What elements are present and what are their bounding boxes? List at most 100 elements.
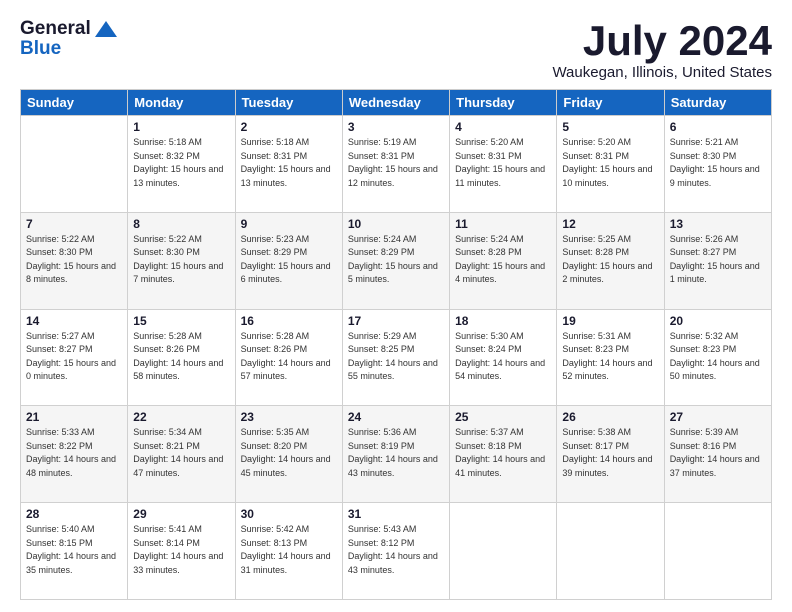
day-number: 24 xyxy=(348,410,444,424)
cell-0-6: 6 Sunrise: 5:21 AMSunset: 8:30 PMDayligh… xyxy=(664,116,771,213)
day-number: 17 xyxy=(348,314,444,328)
cell-1-3: 10 Sunrise: 5:24 AMSunset: 8:29 PMDaylig… xyxy=(342,212,449,309)
day-info: Sunrise: 5:22 AMSunset: 8:30 PMDaylight:… xyxy=(26,234,116,285)
page: General Blue July 2024 Waukegan, Illinoi… xyxy=(0,0,792,612)
cell-1-1: 8 Sunrise: 5:22 AMSunset: 8:30 PMDayligh… xyxy=(128,212,235,309)
cell-1-4: 11 Sunrise: 5:24 AMSunset: 8:28 PMDaylig… xyxy=(450,212,557,309)
day-number: 5 xyxy=(562,120,658,134)
day-info: Sunrise: 5:24 AMSunset: 8:28 PMDaylight:… xyxy=(455,234,545,285)
day-number: 3 xyxy=(348,120,444,134)
day-number: 4 xyxy=(455,120,551,134)
cell-0-4: 4 Sunrise: 5:20 AMSunset: 8:31 PMDayligh… xyxy=(450,116,557,213)
cell-2-2: 16 Sunrise: 5:28 AMSunset: 8:26 PMDaylig… xyxy=(235,309,342,406)
header-thursday: Thursday xyxy=(450,90,557,116)
day-number: 26 xyxy=(562,410,658,424)
cell-3-2: 23 Sunrise: 5:35 AMSunset: 8:20 PMDaylig… xyxy=(235,406,342,503)
day-number: 1 xyxy=(133,120,229,134)
cell-4-0: 28 Sunrise: 5:40 AMSunset: 8:15 PMDaylig… xyxy=(21,503,128,600)
cell-3-0: 21 Sunrise: 5:33 AMSunset: 8:22 PMDaylig… xyxy=(21,406,128,503)
cell-1-0: 7 Sunrise: 5:22 AMSunset: 8:30 PMDayligh… xyxy=(21,212,128,309)
day-info: Sunrise: 5:25 AMSunset: 8:28 PMDaylight:… xyxy=(562,234,652,285)
header-tuesday: Tuesday xyxy=(235,90,342,116)
day-number: 30 xyxy=(241,507,337,521)
day-info: Sunrise: 5:39 AMSunset: 8:16 PMDaylight:… xyxy=(670,427,760,478)
week-row-3: 21 Sunrise: 5:33 AMSunset: 8:22 PMDaylig… xyxy=(21,406,772,503)
day-info: Sunrise: 5:28 AMSunset: 8:26 PMDaylight:… xyxy=(241,331,331,382)
day-info: Sunrise: 5:27 AMSunset: 8:27 PMDaylight:… xyxy=(26,331,116,382)
day-info: Sunrise: 5:41 AMSunset: 8:14 PMDaylight:… xyxy=(133,524,223,575)
day-info: Sunrise: 5:20 AMSunset: 8:31 PMDaylight:… xyxy=(562,137,652,188)
day-info: Sunrise: 5:42 AMSunset: 8:13 PMDaylight:… xyxy=(241,524,331,575)
cell-4-1: 29 Sunrise: 5:41 AMSunset: 8:14 PMDaylig… xyxy=(128,503,235,600)
day-info: Sunrise: 5:28 AMSunset: 8:26 PMDaylight:… xyxy=(133,331,223,382)
cell-1-5: 12 Sunrise: 5:25 AMSunset: 8:28 PMDaylig… xyxy=(557,212,664,309)
cell-0-2: 2 Sunrise: 5:18 AMSunset: 8:31 PMDayligh… xyxy=(235,116,342,213)
cell-0-3: 3 Sunrise: 5:19 AMSunset: 8:31 PMDayligh… xyxy=(342,116,449,213)
day-info: Sunrise: 5:23 AMSunset: 8:29 PMDaylight:… xyxy=(241,234,331,285)
day-info: Sunrise: 5:29 AMSunset: 8:25 PMDaylight:… xyxy=(348,331,438,382)
day-info: Sunrise: 5:26 AMSunset: 8:27 PMDaylight:… xyxy=(670,234,760,285)
logo: General Blue xyxy=(20,18,117,60)
cell-4-3: 31 Sunrise: 5:43 AMSunset: 8:12 PMDaylig… xyxy=(342,503,449,600)
day-info: Sunrise: 5:21 AMSunset: 8:30 PMDaylight:… xyxy=(670,137,760,188)
day-number: 6 xyxy=(670,120,766,134)
week-row-1: 7 Sunrise: 5:22 AMSunset: 8:30 PMDayligh… xyxy=(21,212,772,309)
day-info: Sunrise: 5:19 AMSunset: 8:31 PMDaylight:… xyxy=(348,137,438,188)
day-info: Sunrise: 5:43 AMSunset: 8:12 PMDaylight:… xyxy=(348,524,438,575)
header-friday: Friday xyxy=(557,90,664,116)
cell-3-1: 22 Sunrise: 5:34 AMSunset: 8:21 PMDaylig… xyxy=(128,406,235,503)
header-sunday: Sunday xyxy=(21,90,128,116)
day-info: Sunrise: 5:18 AMSunset: 8:32 PMDaylight:… xyxy=(133,137,223,188)
header-right: July 2024 Waukegan, Illinois, United Sta… xyxy=(552,18,772,81)
day-number: 25 xyxy=(455,410,551,424)
day-info: Sunrise: 5:36 AMSunset: 8:19 PMDaylight:… xyxy=(348,427,438,478)
cell-3-6: 27 Sunrise: 5:39 AMSunset: 8:16 PMDaylig… xyxy=(664,406,771,503)
week-row-0: 1 Sunrise: 5:18 AMSunset: 8:32 PMDayligh… xyxy=(21,116,772,213)
cell-1-2: 9 Sunrise: 5:23 AMSunset: 8:29 PMDayligh… xyxy=(235,212,342,309)
day-info: Sunrise: 5:35 AMSunset: 8:20 PMDaylight:… xyxy=(241,427,331,478)
week-row-4: 28 Sunrise: 5:40 AMSunset: 8:15 PMDaylig… xyxy=(21,503,772,600)
day-info: Sunrise: 5:30 AMSunset: 8:24 PMDaylight:… xyxy=(455,331,545,382)
logo-general-text: General xyxy=(20,18,91,40)
day-info: Sunrise: 5:20 AMSunset: 8:31 PMDaylight:… xyxy=(455,137,545,188)
cell-2-5: 19 Sunrise: 5:31 AMSunset: 8:23 PMDaylig… xyxy=(557,309,664,406)
day-info: Sunrise: 5:18 AMSunset: 8:31 PMDaylight:… xyxy=(241,137,331,188)
cell-0-5: 5 Sunrise: 5:20 AMSunset: 8:31 PMDayligh… xyxy=(557,116,664,213)
logo-blue-text: Blue xyxy=(20,38,61,60)
cell-3-3: 24 Sunrise: 5:36 AMSunset: 8:19 PMDaylig… xyxy=(342,406,449,503)
header-wednesday: Wednesday xyxy=(342,90,449,116)
day-number: 8 xyxy=(133,217,229,231)
day-number: 2 xyxy=(241,120,337,134)
cell-3-4: 25 Sunrise: 5:37 AMSunset: 8:18 PMDaylig… xyxy=(450,406,557,503)
location-title: Waukegan, Illinois, United States xyxy=(552,64,772,81)
day-number: 14 xyxy=(26,314,122,328)
header-monday: Monday xyxy=(128,90,235,116)
cell-2-3: 17 Sunrise: 5:29 AMSunset: 8:25 PMDaylig… xyxy=(342,309,449,406)
cell-2-4: 18 Sunrise: 5:30 AMSunset: 8:24 PMDaylig… xyxy=(450,309,557,406)
day-number: 7 xyxy=(26,217,122,231)
day-info: Sunrise: 5:24 AMSunset: 8:29 PMDaylight:… xyxy=(348,234,438,285)
cell-3-5: 26 Sunrise: 5:38 AMSunset: 8:17 PMDaylig… xyxy=(557,406,664,503)
day-number: 11 xyxy=(455,217,551,231)
month-title: July 2024 xyxy=(552,18,772,64)
day-number: 13 xyxy=(670,217,766,231)
day-number: 16 xyxy=(241,314,337,328)
header-saturday: Saturday xyxy=(664,90,771,116)
day-info: Sunrise: 5:32 AMSunset: 8:23 PMDaylight:… xyxy=(670,331,760,382)
cell-4-4 xyxy=(450,503,557,600)
cell-4-6 xyxy=(664,503,771,600)
day-info: Sunrise: 5:33 AMSunset: 8:22 PMDaylight:… xyxy=(26,427,116,478)
day-number: 29 xyxy=(133,507,229,521)
logo-icon xyxy=(95,21,117,37)
day-info: Sunrise: 5:37 AMSunset: 8:18 PMDaylight:… xyxy=(455,427,545,478)
day-number: 20 xyxy=(670,314,766,328)
day-info: Sunrise: 5:22 AMSunset: 8:30 PMDaylight:… xyxy=(133,234,223,285)
day-number: 9 xyxy=(241,217,337,231)
calendar-table: Sunday Monday Tuesday Wednesday Thursday… xyxy=(20,89,772,600)
header: General Blue July 2024 Waukegan, Illinoi… xyxy=(20,18,772,81)
day-number: 22 xyxy=(133,410,229,424)
day-number: 21 xyxy=(26,410,122,424)
day-info: Sunrise: 5:34 AMSunset: 8:21 PMDaylight:… xyxy=(133,427,223,478)
day-number: 28 xyxy=(26,507,122,521)
cell-2-0: 14 Sunrise: 5:27 AMSunset: 8:27 PMDaylig… xyxy=(21,309,128,406)
